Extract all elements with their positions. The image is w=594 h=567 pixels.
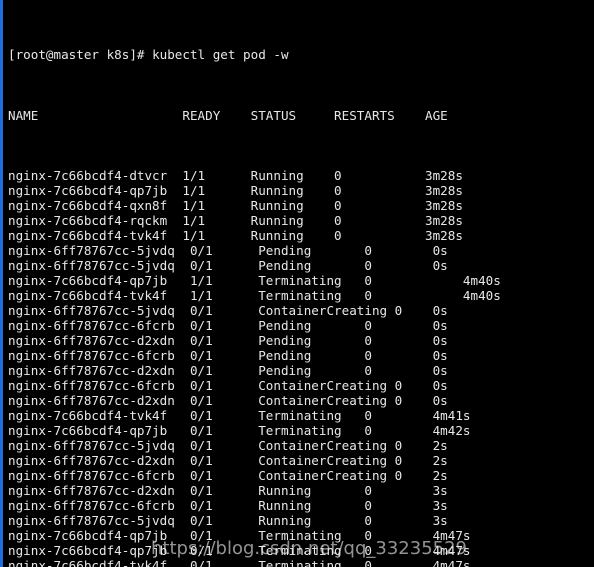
table-row: nginx-6ff78767cc-6fcrb 0/1 Pending 0 0s [8,348,448,363]
command-prompt-line: [root@master k8s]# kubectl get pod -w [8,47,594,63]
table-row: nginx-6ff78767cc-d2xdn 0/1 ContainerCrea… [8,453,448,468]
table-row: nginx-6ff78767cc-5jvdq 0/1 Running 0 3s [8,513,448,528]
table-row: nginx-6ff78767cc-5jvdq 0/1 ContainerCrea… [8,303,448,318]
column-header-name: NAME READY STATUS RESTARTS AGE [8,108,448,123]
table-row: nginx-6ff78767cc-6fcrb 0/1 ContainerCrea… [8,378,448,393]
table-row: nginx-7c66bcdf4-tvk4f 0/1 Terminating 0 … [8,558,471,567]
table-header-row: NAME READY STATUS RESTARTS AGE [8,108,594,123]
pod-table-body: nginx-7c66bcdf4-dtvcr 1/1 Running 0 3m28… [8,168,594,567]
table-row: nginx-6ff78767cc-6fcrb 0/1 ContainerCrea… [8,468,448,483]
table-row: nginx-7c66bcdf4-rqckm 1/1 Running 0 3m28… [8,213,463,228]
table-row: nginx-7c66bcdf4-tvk4f 1/1 Terminating 0 … [8,288,501,303]
table-row: nginx-6ff78767cc-5jvdq 0/1 Pending 0 0s [8,243,448,258]
table-row: nginx-6ff78767cc-5jvdq 0/1 ContainerCrea… [8,438,448,453]
table-row: nginx-6ff78767cc-5jvdq 0/1 Pending 0 0s [8,258,448,273]
terminal-window[interactable]: [root@master k8s]# kubectl get pod -w NA… [0,0,594,567]
terminal-screen: [root@master k8s]# kubectl get pod -w NA… [3,0,594,567]
table-row: nginx-7c66bcdf4-tvk4f 1/1 Running 0 3m28… [8,228,463,243]
table-row: nginx-7c66bcdf4-qp7jb 1/1 Terminating 0 … [8,273,501,288]
table-row: nginx-6ff78767cc-d2xdn 0/1 Pending 0 0s [8,333,448,348]
table-row: nginx-6ff78767cc-d2xdn 0/1 ContainerCrea… [8,393,448,408]
table-row: nginx-7c66bcdf4-qp7jb 0/1 Terminating 0 … [8,528,471,543]
table-row: nginx-6ff78767cc-d2xdn 0/1 Running 0 3s [8,483,448,498]
table-row: nginx-7c66bcdf4-qp7jb 1/1 Running 0 3m28… [8,183,463,198]
table-row: nginx-7c66bcdf4-dtvcr 1/1 Running 0 3m28… [8,168,463,183]
table-row: nginx-7c66bcdf4-qp7jb 0/1 Terminating 0 … [8,543,471,558]
table-row: nginx-6ff78767cc-d2xdn 0/1 Pending 0 0s [8,363,448,378]
table-row: nginx-6ff78767cc-6fcrb 0/1 Running 0 3s [8,498,448,513]
table-row: nginx-7c66bcdf4-qp7jb 0/1 Terminating 0 … [8,423,471,438]
command-text: kubectl get pod -w [152,47,289,62]
table-row: nginx-6ff78767cc-6fcrb 0/1 Pending 0 0s [8,318,448,333]
table-row: nginx-7c66bcdf4-qxn8f 1/1 Running 0 3m28… [8,198,463,213]
table-row: nginx-7c66bcdf4-tvk4f 0/1 Terminating 0 … [8,408,471,423]
shell-prompt: [root@master k8s]# [8,47,153,62]
